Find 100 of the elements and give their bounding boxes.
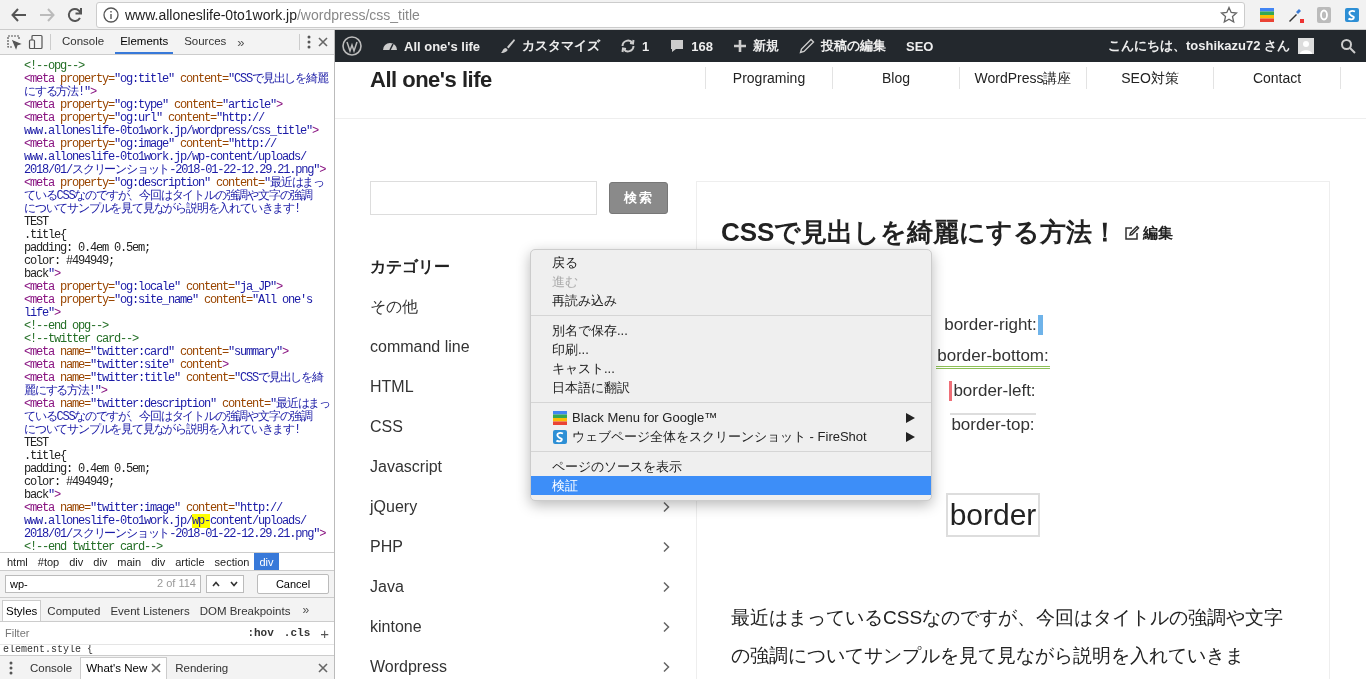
category-link[interactable]: Java	[370, 578, 404, 596]
category-link[interactable]: PHP	[370, 538, 403, 556]
breadcrumb[interactable]: #top	[32, 553, 65, 570]
menu-item[interactable]: ウェブページ全体をスクリーンショット - FireShot	[531, 427, 931, 446]
up-caret-icon	[212, 581, 220, 587]
code-line: color: #494949;	[24, 255, 115, 268]
nav-link[interactable]: Programing	[705, 67, 832, 89]
devtools-tab[interactable]: Sources	[179, 30, 232, 54]
more-tabs[interactable]: »	[237, 34, 245, 50]
category-link[interactable]: command line	[370, 338, 470, 356]
edit-link[interactable]: 編集	[1124, 223, 1174, 243]
devtools-tab[interactable]: Console	[57, 30, 110, 54]
admin-bar-item[interactable]: 168	[669, 38, 713, 54]
breadcrumb[interactable]: html	[2, 553, 33, 570]
category-link[interactable]: その他	[370, 296, 418, 318]
hov-toggle[interactable]: :hov	[247, 627, 274, 639]
pencil-icon	[799, 38, 815, 54]
site-title[interactable]: All one's life	[370, 67, 492, 93]
breadcrumb[interactable]: div	[64, 553, 89, 570]
code-line: <meta property="og:locale" content="ja_JP">	[24, 281, 283, 294]
nav-link[interactable]: Contact	[1213, 67, 1340, 89]
category-link[interactable]: jQuery	[370, 498, 418, 516]
code-line: www.alloneslife-0to1work.jp/wp-content/uploads/	[24, 151, 307, 164]
breadcrumb[interactable]: section	[209, 553, 255, 570]
code-line: <meta name="twitter:description" content="最近はまっ	[24, 398, 331, 411]
extension-icon	[1315, 5, 1333, 24]
pane-tab[interactable]: DOM Breakpoints	[195, 600, 295, 621]
admin-bar-item[interactable]	[342, 36, 362, 56]
filter-field[interactable]: Filter	[5, 627, 238, 639]
code-line: 麗にする方法!">	[24, 385, 107, 398]
star-icon	[1220, 5, 1238, 24]
category-link[interactable]: kintone	[370, 618, 422, 636]
admin-bar-item[interactable]: All one's life	[382, 38, 481, 54]
add-rule-button[interactable]: +	[320, 624, 329, 642]
menu-item[interactable]: 別名で保存...	[531, 321, 931, 340]
pane-tab[interactable]: Styles	[2, 600, 42, 621]
category-link[interactable]: HTML	[370, 378, 414, 396]
code-line: padding: 0.4em 0.5em;	[24, 242, 151, 255]
code-line: <!--end twitter card-->	[24, 541, 163, 552]
category-link[interactable]: Javascript	[370, 458, 443, 476]
style-rule: element.style {	[2, 645, 94, 655]
stripes-icon	[552, 409, 568, 426]
category-link[interactable]: CSS	[370, 418, 403, 436]
submenu-arrow-icon	[906, 431, 915, 442]
pane-tab[interactable]: Event Listeners	[106, 600, 194, 621]
menu-item[interactable]: Black Menu for Google™	[531, 408, 931, 427]
code-line: <!--end opg-->	[24, 320, 109, 333]
article-title: CSSで見出しを綺麗にする方法！	[721, 216, 1119, 249]
border-sample: border-right:	[943, 314, 1043, 335]
admin-bar-item[interactable]: 新規	[733, 37, 779, 55]
devtools-tab[interactable]: Elements	[115, 30, 174, 54]
down-caret-icon	[230, 581, 238, 587]
menu-item[interactable]: ページのソースを表示	[531, 457, 931, 476]
menu-item[interactable]: キャスト...	[531, 359, 931, 378]
menu-item[interactable]: 日本語に翻訳	[531, 378, 931, 397]
logo-icon	[342, 36, 362, 56]
category-link[interactable]: Wordpress	[370, 658, 448, 676]
comment-icon	[669, 38, 686, 54]
breadcrumb[interactable]: div	[254, 553, 279, 570]
border-sample: border-left:	[949, 380, 1037, 401]
brush-icon	[500, 38, 517, 54]
menu-item[interactable]: 再読み込み	[531, 291, 931, 310]
nav-link[interactable]: SEO対策	[1086, 67, 1213, 89]
category-heading: カテゴリー	[370, 256, 450, 277]
menu-item[interactable]: 印刷...	[531, 340, 931, 359]
menu-item[interactable]: 戻る	[531, 253, 931, 272]
code-line: <meta name="twitter:image" content="http://	[24, 502, 283, 515]
cls-toggle[interactable]: .cls	[283, 627, 311, 639]
more-tabs[interactable]: »	[296, 603, 310, 621]
admin-bar-item[interactable]: 1	[620, 38, 650, 54]
code-line: <meta property="og:site_name" content="All one's	[24, 294, 313, 307]
code-line: padding: 0.4em 0.5em;	[24, 463, 151, 476]
drawer-tab[interactable]: What's New	[80, 656, 168, 679]
code-line: <meta property="og:title" content="CSSで見出しを綺麗	[24, 73, 328, 86]
close-icon	[151, 663, 162, 673]
code-line: <meta property="og:url" content="http://	[24, 112, 265, 125]
drawer-tab[interactable]: Rendering	[169, 656, 235, 679]
breadcrumb[interactable]: div	[146, 553, 171, 570]
info-icon	[103, 6, 119, 23]
nav-link[interactable]: WordPress講座	[959, 67, 1086, 89]
breadcrumb[interactable]: article	[170, 553, 210, 570]
admin-bar-item[interactable]: 投稿の編集	[799, 37, 886, 55]
code-line: にする方法!">	[24, 86, 97, 99]
drawer-tab[interactable]: Console	[24, 656, 79, 679]
admin-bar-item[interactable]: カスタマイズ	[500, 37, 601, 55]
admin-bar-item[interactable]: SEO	[906, 38, 934, 54]
code-line: <meta name="twitter:site" content>	[24, 359, 229, 372]
code-line: TEST	[24, 437, 48, 450]
pane-tab[interactable]: Computed	[43, 600, 105, 621]
search-field[interactable]	[370, 181, 597, 215]
cancel-button[interactable]: Cancel	[257, 574, 329, 594]
greeting[interactable]: こんにちは、toshikazu72 さん	[1107, 37, 1290, 55]
code-line: <!--opg-->	[24, 60, 84, 73]
app-icon	[552, 428, 568, 445]
breadcrumb[interactable]: div	[88, 553, 113, 570]
reload-icon	[66, 5, 84, 24]
code-line: <meta name="twitter:card" content="summary">	[24, 346, 289, 359]
breadcrumb[interactable]: main	[112, 553, 147, 570]
address-bar[interactable]: www.alloneslife-0to1work.jp/wordpress/css_title	[96, 1, 1245, 28]
nav-link[interactable]: Blog	[832, 67, 959, 89]
